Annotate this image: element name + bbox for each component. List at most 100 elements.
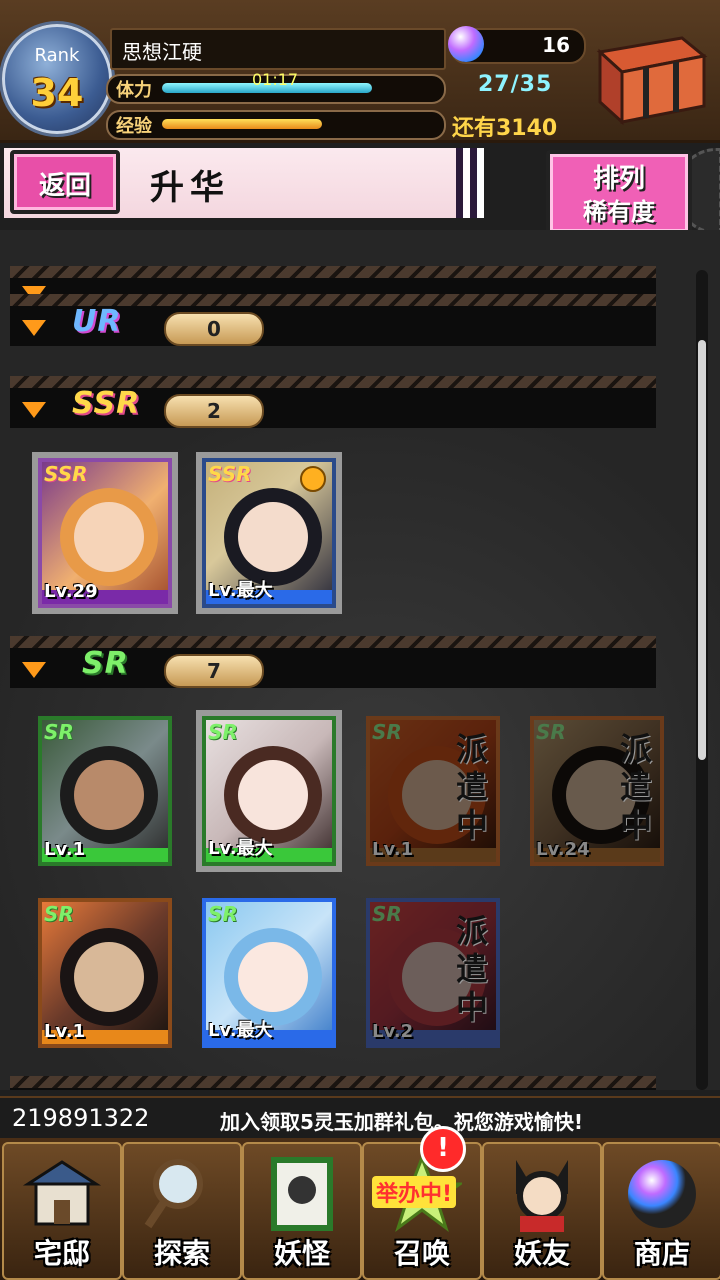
nav-label: 探索 xyxy=(153,1237,210,1270)
character-face xyxy=(74,942,144,1012)
character-face xyxy=(238,942,308,1012)
card-level: Lv.24 xyxy=(536,839,590,860)
nav-summon[interactable]: 召唤 xyxy=(362,1142,482,1280)
card-level: Lv.最大 xyxy=(208,1020,273,1041)
sort-button-label: 排列 xyxy=(592,164,645,194)
nav-label: 妖友 xyxy=(513,1237,570,1270)
ticker-message: 加入领取5灵玉加群礼包。祝您游戏愉快! xyxy=(220,1110,584,1134)
magnifier-icon xyxy=(144,1159,203,1229)
back-button[interactable]: 返回 xyxy=(10,150,120,214)
nav-label: 妖怪 xyxy=(273,1237,330,1270)
card-ssr-1[interactable]: SSR Lv.29 xyxy=(38,458,172,608)
nav-friends[interactable]: 妖友 xyxy=(482,1142,602,1280)
nav-label: 商店 xyxy=(633,1237,690,1270)
card-rarity: SR xyxy=(372,720,402,744)
back-button-label: 返回 xyxy=(38,171,91,201)
card-level: Lv.1 xyxy=(44,839,86,860)
card-rarity: SR xyxy=(44,720,74,744)
card-sr-6[interactable]: SR Lv.最大 xyxy=(202,898,336,1048)
nav-label: 召唤 xyxy=(393,1237,450,1270)
friend-icon xyxy=(516,1160,568,1232)
card-level: Lv.2 xyxy=(372,1021,414,1042)
rank-label: Rank xyxy=(34,45,80,66)
card-sr-7[interactable]: SR Lv.2 派遣中 xyxy=(366,898,500,1048)
player-name-box: 思想江硬 xyxy=(110,28,446,70)
card-level: Lv.29 xyxy=(44,581,98,602)
collapse-arrow-icon xyxy=(22,662,46,678)
nav-label: 宅邸 xyxy=(33,1237,90,1270)
stamina-value: 27/35 xyxy=(478,72,553,97)
card-level: Lv.最大 xyxy=(208,580,273,601)
card-rarity: SR xyxy=(208,720,238,744)
nav-shop[interactable]: 商店 xyxy=(602,1142,720,1280)
nav-mansion[interactable]: 宅邸 xyxy=(2,1142,122,1280)
scrollbar-thumb[interactable] xyxy=(698,340,706,760)
card-rarity: SR xyxy=(372,902,402,926)
rarity-label: SSR xyxy=(72,386,141,421)
collapse-arrow-icon xyxy=(22,320,46,336)
card-level: Lv.1 xyxy=(44,1021,86,1042)
card-ssr-2[interactable]: SSR Lv.最大 xyxy=(202,458,336,608)
gem-count: 16 xyxy=(542,33,570,57)
rarity-label: SR xyxy=(82,646,129,681)
nav-explore[interactable]: 探索 xyxy=(122,1142,242,1280)
character-face xyxy=(74,502,144,572)
exp-label: 经验 xyxy=(116,116,152,137)
card-level: Lv.最大 xyxy=(208,838,273,859)
card-sr-5[interactable]: SR Lv.1 xyxy=(38,898,172,1048)
nav-yokai[interactable]: 妖怪 xyxy=(242,1142,362,1280)
orb-icon xyxy=(628,1160,696,1228)
card-rarity: SR xyxy=(536,720,566,744)
card-sr-4[interactable]: SR Lv.24 派遣中 xyxy=(530,716,664,866)
category-count: 2 xyxy=(164,394,264,428)
collapse-arrow-icon xyxy=(22,402,46,418)
card-rarity: SSR xyxy=(208,462,252,486)
dispatch-status: 派遣中 xyxy=(619,730,652,844)
category-rail xyxy=(10,266,656,278)
medal-icon xyxy=(300,466,326,492)
dispatch-status: 派遣中 xyxy=(455,730,488,844)
gem-counter[interactable]: 16 xyxy=(448,26,586,64)
treasure-chest-icon[interactable] xyxy=(586,32,710,128)
category-header-ssr[interactable]: SSR 2 xyxy=(10,376,656,428)
exp-fill xyxy=(162,119,322,129)
house-icon xyxy=(22,1160,102,1226)
character-face xyxy=(74,760,144,830)
exp-remaining: 还有3140 xyxy=(452,116,558,141)
card-rarity: SR xyxy=(208,902,238,926)
character-face xyxy=(238,760,308,830)
card-sr-2[interactable]: SR Lv.最大 xyxy=(202,716,336,866)
stamina-bar: 体力 01:17 xyxy=(106,70,446,104)
event-tag: 举办中! xyxy=(372,1176,457,1208)
rank-value: 34 xyxy=(30,71,84,115)
card-level: Lv.1 xyxy=(372,839,414,860)
page-title: 升华 xyxy=(150,168,230,208)
card-sr-1[interactable]: SR Lv.1 xyxy=(38,716,172,866)
player-name: 思想江硬 xyxy=(122,40,202,64)
sort-button[interactable]: 排列 稀有度 xyxy=(546,150,692,236)
sort-mode-label: 稀有度 xyxy=(583,198,655,226)
card-rarity: SR xyxy=(44,902,74,926)
category-count: 7 xyxy=(164,654,264,688)
category-count: 0 xyxy=(164,312,264,346)
scroll-icon xyxy=(271,1157,333,1231)
stamina-timer: 01:17 xyxy=(252,70,299,89)
dispatch-status: 派遣中 xyxy=(455,912,488,1026)
rarity-label: UR xyxy=(72,304,122,339)
stamina-label: 体力 xyxy=(116,80,152,101)
card-sr-3[interactable]: SR Lv.1 派遣中 xyxy=(366,716,500,866)
category-rail xyxy=(10,1076,656,1088)
group-id: 219891322 xyxy=(12,1104,150,1132)
category-body xyxy=(10,1088,656,1090)
news-ticker: 219891322 加入领取5灵玉加群礼包。祝您游戏愉快! xyxy=(0,1096,720,1140)
rank-badge: Rank 34 xyxy=(2,24,112,134)
card-rarity: SSR xyxy=(44,462,88,486)
category-header-next[interactable] xyxy=(10,1076,656,1090)
character-face xyxy=(238,502,308,572)
alert-badge: ! xyxy=(420,1126,466,1172)
category-header-ur[interactable]: UR 0 xyxy=(10,294,656,346)
card-list[interactable]: UR 0 SSR 2 SSR Lv.29 SSR Lv.最大 SR 7 SR L… xyxy=(0,230,720,1090)
exp-bar: 经验 xyxy=(106,110,446,140)
category-header-sr[interactable]: SR 7 xyxy=(10,636,656,688)
banner-stripes xyxy=(456,148,484,218)
